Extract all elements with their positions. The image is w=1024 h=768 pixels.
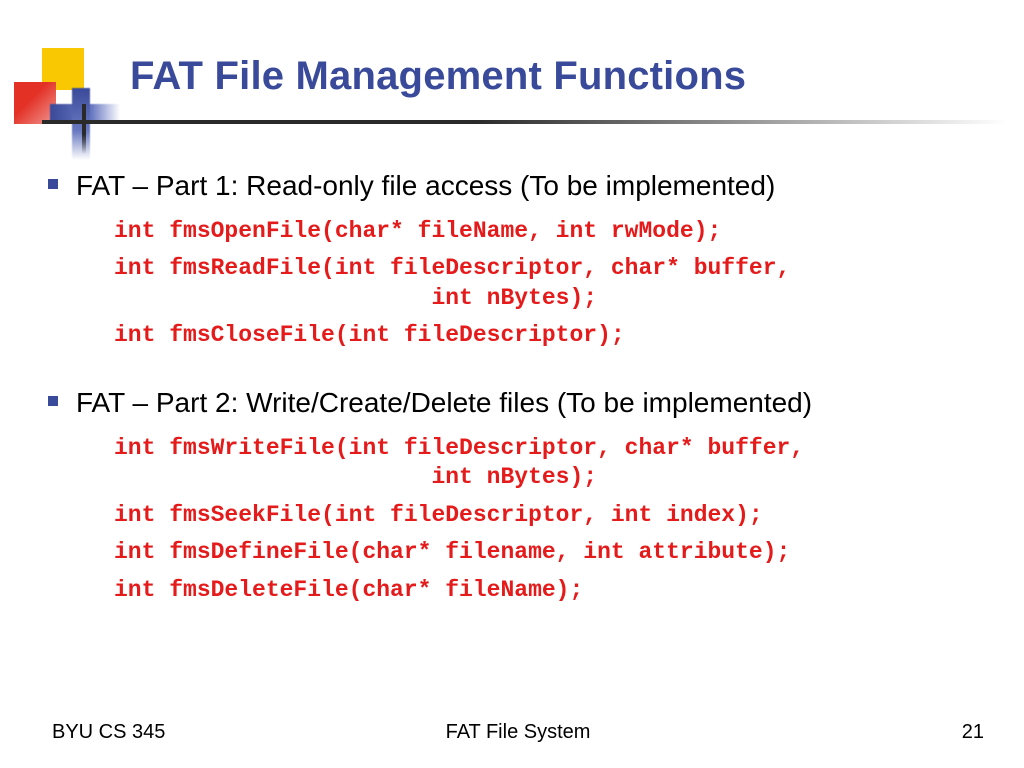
code-line: int fmsWriteFile(int fileDescriptor, cha… bbox=[114, 434, 996, 493]
section-part2: FAT – Part 2: Write/Create/Delete files … bbox=[48, 385, 996, 605]
code-line: int fmsDeleteFile(char* fileName); bbox=[114, 576, 996, 605]
bullet-square-icon bbox=[48, 396, 58, 406]
bullet-square-icon bbox=[48, 179, 58, 189]
code-line: int fmsCloseFile(int fileDescriptor); bbox=[114, 321, 996, 350]
bullet-text: FAT – Part 2: Write/Create/Delete files … bbox=[76, 385, 812, 420]
slide-body: FAT – Part 1: Read-only file access (To … bbox=[48, 168, 996, 631]
footer-left: BYU CS 345 bbox=[52, 721, 165, 744]
code-line: int fmsReadFile(int fileDescriptor, char… bbox=[114, 254, 996, 313]
code-block: int fmsOpenFile(char* fileName, int rwMo… bbox=[114, 217, 996, 351]
section-part1: FAT – Part 1: Read-only file access (To … bbox=[48, 168, 996, 351]
code-block: int fmsWriteFile(int fileDescriptor, cha… bbox=[114, 434, 996, 605]
slide-title: FAT File Management Functions bbox=[130, 54, 746, 99]
title-vertical-accent bbox=[82, 104, 86, 154]
slide-footer: BYU CS 345 FAT File System 21 bbox=[52, 721, 984, 744]
title-underline bbox=[42, 120, 1006, 124]
bullet-item: FAT – Part 2: Write/Create/Delete files … bbox=[48, 385, 996, 420]
footer-center: FAT File System bbox=[52, 721, 984, 744]
code-line: int fmsDefineFile(char* filename, int at… bbox=[114, 538, 996, 567]
code-line: int fmsSeekFile(int fileDescriptor, int … bbox=[114, 501, 996, 530]
bullet-item: FAT – Part 1: Read-only file access (To … bbox=[48, 168, 996, 203]
header-graphic bbox=[14, 48, 110, 144]
bullet-text: FAT – Part 1: Read-only file access (To … bbox=[76, 168, 775, 203]
code-line: int fmsOpenFile(char* fileName, int rwMo… bbox=[114, 217, 996, 246]
footer-page-number: 21 bbox=[962, 721, 984, 744]
